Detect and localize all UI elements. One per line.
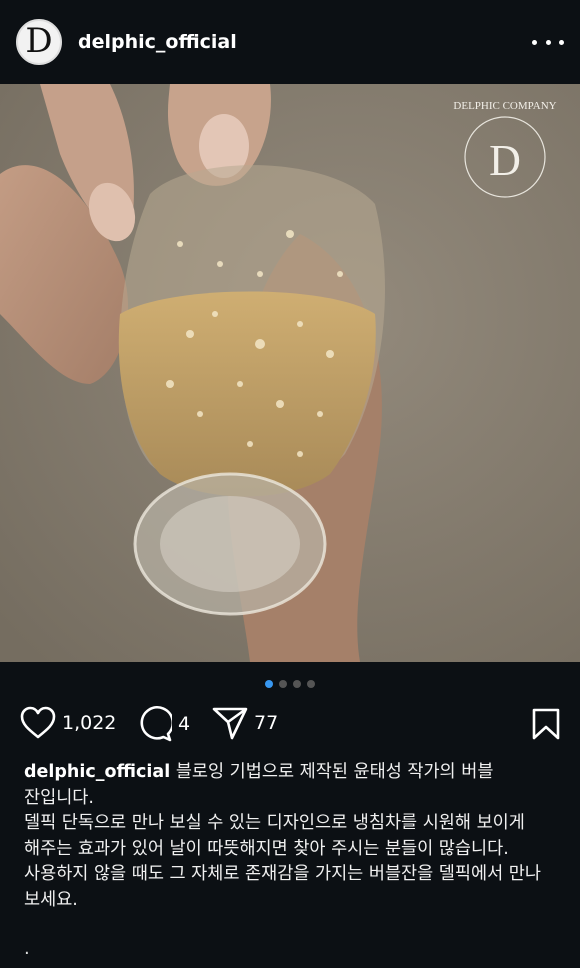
glass-photo: D DELPHIC COMPANY xyxy=(0,84,580,662)
post-header: D delphic_official xyxy=(0,0,580,84)
carousel-indicator xyxy=(0,680,580,688)
save-button[interactable] xyxy=(532,708,560,744)
carousel-dot xyxy=(293,680,301,688)
svg-text:D: D xyxy=(489,136,521,185)
bookmark-icon xyxy=(532,708,560,740)
share-count: 77 xyxy=(254,712,279,734)
post-caption: delphic_official 블로잉 기법으로 제작된 윤태성 작가의 버블… xyxy=(24,760,556,913)
carousel-dot xyxy=(279,680,287,688)
comment-button[interactable]: 4 xyxy=(136,706,190,742)
comment-icon xyxy=(140,706,172,742)
post-image[interactable]: D DELPHIC COMPANY xyxy=(0,84,580,662)
caption-paragraph-1: delphic_official 블로잉 기법으로 제작된 윤태성 작가의 버블… xyxy=(24,760,556,811)
username[interactable]: delphic_official xyxy=(78,31,237,53)
svg-text:DELPHIC COMPANY: DELPHIC COMPANY xyxy=(453,100,556,112)
send-icon xyxy=(212,707,248,740)
caption-trailing: . xyxy=(24,938,30,959)
caption-paragraph-2: 델픽 단독으로 만나 보실 수 있는 디자인으로 냉침차를 시원해 보이게 해주… xyxy=(24,813,541,910)
caption-username[interactable]: delphic_official xyxy=(24,762,170,782)
comment-count: 4 xyxy=(178,713,191,735)
more-options-icon[interactable] xyxy=(532,30,564,54)
heart-icon xyxy=(20,706,56,739)
avatar-logo: D xyxy=(25,21,53,61)
avatar[interactable]: D xyxy=(16,19,62,65)
carousel-dot xyxy=(307,680,315,688)
like-count: 1,022 xyxy=(62,712,117,734)
carousel-dot xyxy=(265,680,273,688)
share-button[interactable]: 77 xyxy=(212,706,278,740)
action-bar: 1,022 4 77 xyxy=(20,706,560,744)
like-button[interactable]: 1,022 xyxy=(20,706,116,740)
